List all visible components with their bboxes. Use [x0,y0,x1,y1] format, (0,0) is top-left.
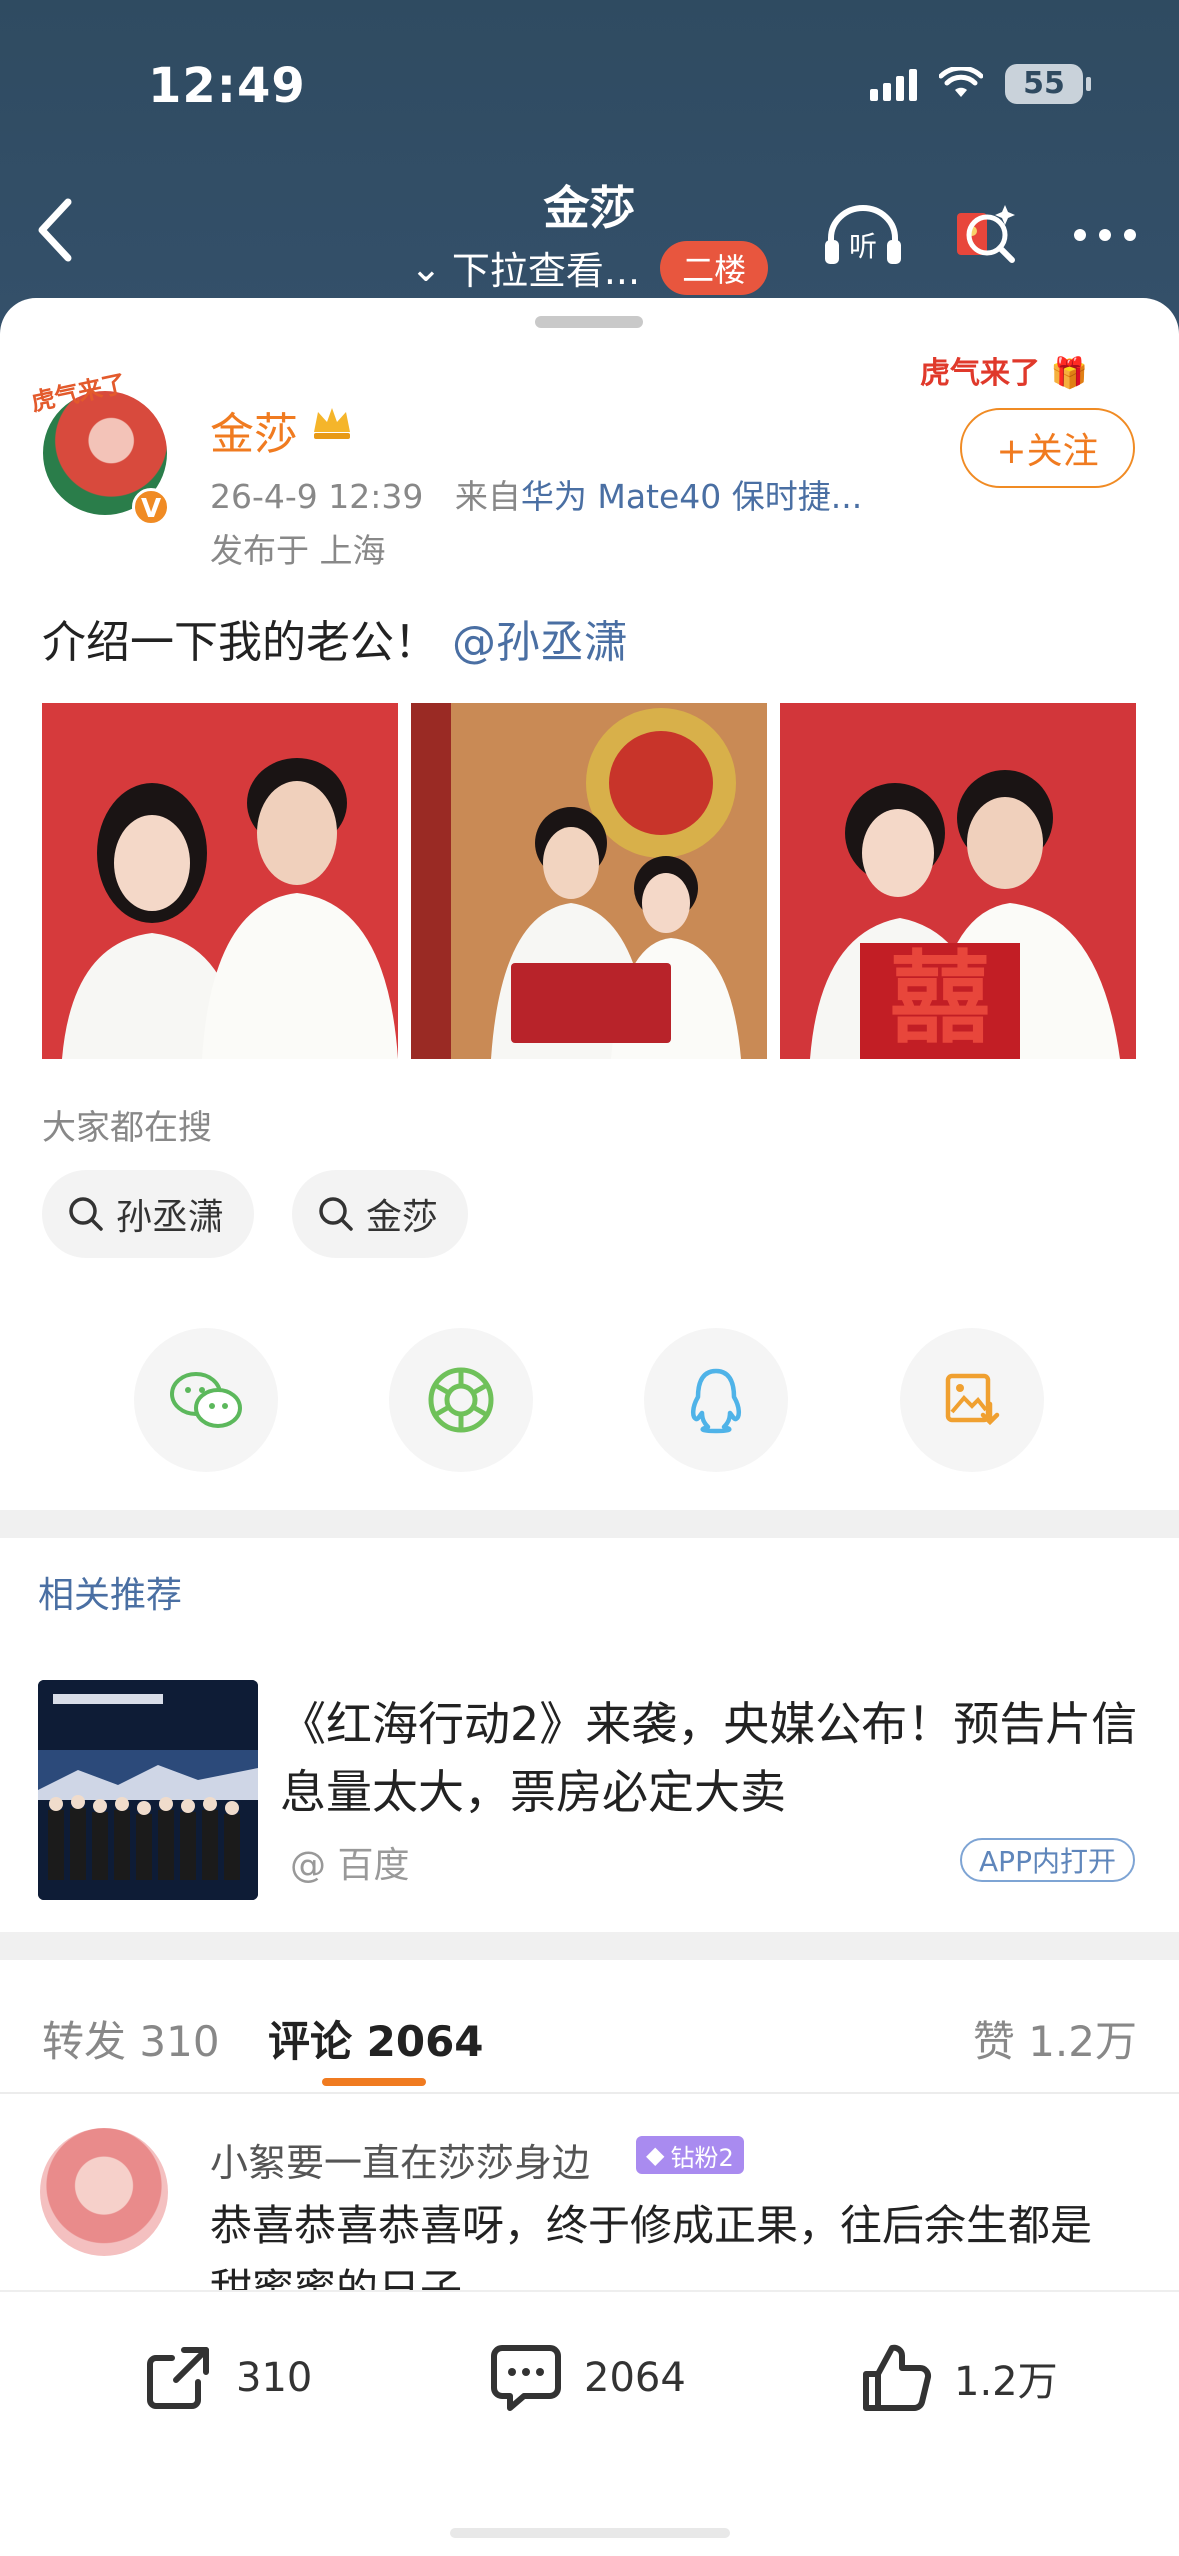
comment-count: 2064 [584,2355,686,2401]
section-divider [0,1932,1179,1960]
repost-count: 310 [236,2355,313,2401]
search-icon [69,1197,103,1231]
diamond-icon: ◆ [646,2141,665,2169]
tab-like[interactable]: 赞 1.2万 [973,2008,1137,2069]
post-timestamp: 26-4-9 12:39 [210,477,424,516]
svg-text:囍: 囍 [890,940,990,1057]
status-icons: 55 [870,64,1091,104]
post-location: 发布于 上海 [210,531,386,570]
news-thumbnail[interactable] [38,1680,258,1900]
tab-comment[interactable]: 评论 2064 [268,2008,484,2069]
red-envelope-search-icon [957,205,1015,263]
like-button[interactable]: 1.2万 [858,2340,1058,2416]
comment-button[interactable]: 2064 [488,2340,686,2416]
tab-comment-count: 2064 [366,2017,484,2066]
qq-penguin-icon [691,1368,741,1434]
wechat-icon [170,1372,242,1428]
svg-text:听: 听 [849,230,877,263]
tab-like-label: 赞 [972,2017,1015,2066]
post-meta: 26-4-9 12:39 来自华为 Mate40 保时捷... [210,470,862,518]
pull-down-label: 下拉查看... [451,249,641,293]
save-image-button[interactable] [900,1328,1044,1472]
search-icon [319,1197,353,1231]
share-wechat-button[interactable] [134,1328,278,1472]
chip-label: 金莎 [366,1197,439,1238]
drag-handle[interactable] [535,316,643,328]
post-text: 介绍一下我的老公！ @孙丞潇 [42,606,628,670]
comment-bubble-icon [491,2345,561,2411]
chip-label: 孙丞潇 [116,1197,225,1238]
tab-divider [0,2092,1179,2094]
bottom-action-bar: 310 2064 1.2万 [0,2290,1179,2556]
fan-level-badge: ◆ 钻粉2 [636,2136,744,2174]
more-button[interactable] [1060,190,1150,280]
tab-repost[interactable]: 转发 310 [42,2008,220,2069]
save-image-icon [945,1373,1000,1426]
tiger-year-decoration: 虎气来了 🎁 [920,356,1088,391]
share-arrow-icon [147,2347,209,2409]
related-section-title: 相关推荐 [38,1575,183,1616]
commenter-avatar[interactable] [40,2128,168,2256]
source-prefix: 来自 [454,477,521,516]
post-photo-2[interactable] [411,703,767,1059]
repost-button[interactable]: 310 [140,2340,312,2416]
author-name[interactable]: 金莎 [210,398,298,462]
open-in-app-button[interactable]: APP内打开 [960,1838,1135,1882]
listen-button[interactable]: 听 [818,190,908,280]
commenter-name[interactable]: 小絮要一直在莎莎身边 [210,2132,590,2187]
post-photo-1[interactable] [42,703,398,1059]
fan-badge-label: 钻粉2 [670,2143,734,2172]
battery-indicator: 55 [1005,64,1091,104]
thumbs-up-icon [863,2344,932,2411]
second-floor-badge[interactable]: 二楼 [660,240,769,295]
mention-link[interactable]: @孙丞潇 [452,617,628,668]
trending-chip[interactable]: 金莎 [292,1170,469,1258]
follow-button[interactable]: +关注 [960,408,1135,488]
verified-badge-icon: V [132,488,170,526]
share-qq-button[interactable] [644,1328,788,1472]
top-header: 12:49 55 金莎 ⌄ 下拉查看... 二楼 听 [0,0,1179,330]
tab-repost-count: 310 [139,2017,220,2066]
home-indicator[interactable] [450,2528,730,2538]
post-device[interactable]: 华为 Mate40 保时捷... [521,477,862,516]
post-body: 介绍一下我的老公！ [42,617,438,668]
post-card: 虎气来了 V 金莎 26-4-9 12:39 来自华为 Mate40 保时捷..… [0,298,1179,2556]
tab-like-count: 1.2万 [1028,2017,1137,2066]
trending-chip[interactable]: 孙丞潇 [42,1170,255,1258]
headphone-icon: 听 [825,205,901,264]
ai-search-button[interactable] [940,190,1030,280]
chevron-down-icon: ⌄ [410,245,442,290]
pull-down-hint[interactable]: ⌄ 下拉查看... 二楼 [410,240,769,295]
status-time: 12:49 [148,58,306,114]
crown-icon [314,408,350,439]
news-title[interactable]: 《红海行动2》来袭，央媒公布！预告片信息量太大，票房必定大卖 [280,1690,1140,1826]
tab-repost-label: 转发 [42,2017,127,2066]
section-divider [0,1510,1179,1538]
active-tab-indicator [322,2078,426,2086]
like-count: 1.2万 [954,2359,1058,2405]
post-photo-3[interactable]: 囍 [780,703,1136,1059]
news-source: @ 百度 [290,1845,410,1886]
moments-shutter-icon [428,1367,494,1433]
signal-icon [870,67,917,101]
trending-label: 大家都在搜 [42,1108,212,1148]
tab-comment-label: 评论 [268,2017,353,2066]
share-moments-button[interactable] [389,1328,533,1472]
more-dots-icon [1074,229,1136,241]
wifi-icon [939,67,983,97]
